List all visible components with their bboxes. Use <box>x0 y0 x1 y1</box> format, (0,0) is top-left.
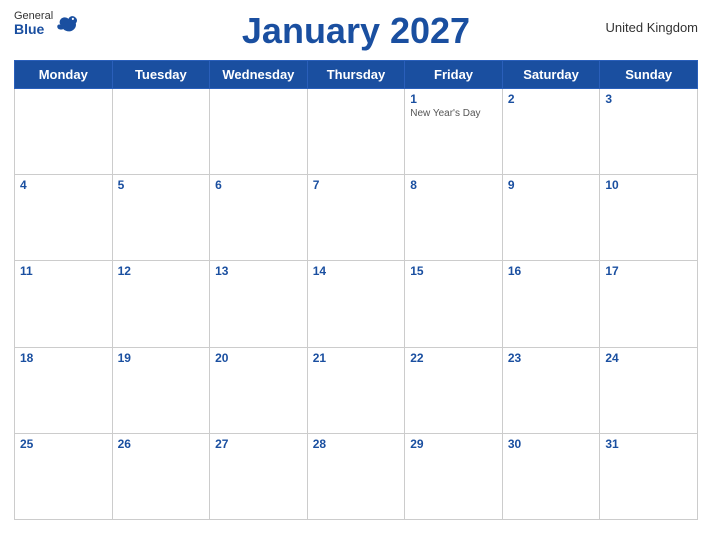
calendar-cell: 13 <box>210 261 308 347</box>
calendar-week-row: 25 26 27 28 29 30 31 <box>15 433 698 519</box>
day-number: 24 <box>605 351 692 365</box>
calendar-cell: 10 <box>600 175 698 261</box>
calendar-cell: 7 <box>307 175 405 261</box>
weekday-header-saturday: Saturday <box>502 61 600 89</box>
country-label: United Kingdom <box>606 20 699 35</box>
calendar-cell: 18 <box>15 347 113 433</box>
weekday-header-monday: Monday <box>15 61 113 89</box>
weekday-header-wednesday: Wednesday <box>210 61 308 89</box>
calendar-cell: 15 <box>405 261 503 347</box>
calendar-cell: 29 <box>405 433 503 519</box>
calendar-cell: 26 <box>112 433 210 519</box>
calendar-title: January 2027 <box>242 10 470 52</box>
calendar-cell: 28 <box>307 433 405 519</box>
day-number: 3 <box>605 92 692 106</box>
calendar-cell: 21 <box>307 347 405 433</box>
calendar-cell: 22 <box>405 347 503 433</box>
day-number: 1 <box>410 92 497 106</box>
day-number: 9 <box>508 178 595 192</box>
calendar-wrapper: General Blue January 2027 United Kingdom… <box>0 0 712 550</box>
day-number: 25 <box>20 437 107 451</box>
weekday-header-tuesday: Tuesday <box>112 61 210 89</box>
calendar-week-row: 18 19 20 21 22 23 24 <box>15 347 698 433</box>
day-event: New Year's Day <box>410 108 497 119</box>
day-number: 26 <box>118 437 205 451</box>
day-number: 30 <box>508 437 595 451</box>
day-number: 17 <box>605 264 692 278</box>
calendar-header: General Blue January 2027 United Kingdom <box>14 10 698 52</box>
calendar-cell: 8 <box>405 175 503 261</box>
calendar-cell: 14 <box>307 261 405 347</box>
day-number: 14 <box>313 264 400 278</box>
calendar-cell: 19 <box>112 347 210 433</box>
day-number: 31 <box>605 437 692 451</box>
calendar-cell: 23 <box>502 347 600 433</box>
calendar-tbody: 1New Year's Day2345678910111213141516171… <box>15 89 698 520</box>
weekday-header-thursday: Thursday <box>307 61 405 89</box>
day-number: 23 <box>508 351 595 365</box>
calendar-cell <box>210 89 308 175</box>
logo: General Blue <box>14 10 78 37</box>
day-number: 2 <box>508 92 595 106</box>
day-number: 13 <box>215 264 302 278</box>
calendar-cell: 24 <box>600 347 698 433</box>
calendar-cell: 20 <box>210 347 308 433</box>
weekday-header-sunday: Sunday <box>600 61 698 89</box>
day-number: 28 <box>313 437 400 451</box>
weekday-header-row: MondayTuesdayWednesdayThursdayFridaySatu… <box>15 61 698 89</box>
calendar-week-row: 456789 10 <box>15 175 698 261</box>
day-number: 10 <box>605 178 692 192</box>
calendar-cell: 11 <box>15 261 113 347</box>
calendar-cell: 16 <box>502 261 600 347</box>
day-number: 8 <box>410 178 497 192</box>
calendar-cell: 31 <box>600 433 698 519</box>
day-number: 12 <box>118 264 205 278</box>
calendar-week-row: 1 New Year's Day 23 <box>15 89 698 175</box>
calendar-cell: 3 <box>600 89 698 175</box>
calendar-week-row: 11 12 13 14 15 16 17 <box>15 261 698 347</box>
calendar-cell <box>307 89 405 175</box>
day-number: 5 <box>118 178 205 192</box>
calendar-cell: 4 <box>15 175 113 261</box>
day-number: 11 <box>20 264 107 278</box>
day-number: 18 <box>20 351 107 365</box>
day-number: 6 <box>215 178 302 192</box>
calendar-cell: 25 <box>15 433 113 519</box>
day-number: 19 <box>118 351 205 365</box>
day-number: 15 <box>410 264 497 278</box>
day-number: 29 <box>410 437 497 451</box>
day-number: 4 <box>20 178 107 192</box>
calendar-cell: 2 <box>502 89 600 175</box>
day-number: 27 <box>215 437 302 451</box>
day-number: 16 <box>508 264 595 278</box>
calendar-cell: 30 <box>502 433 600 519</box>
calendar-cell: 27 <box>210 433 308 519</box>
calendar-cell: 5 <box>112 175 210 261</box>
day-number: 7 <box>313 178 400 192</box>
day-number: 21 <box>313 351 400 365</box>
calendar-cell: 9 <box>502 175 600 261</box>
calendar-cell <box>112 89 210 175</box>
day-number: 22 <box>410 351 497 365</box>
calendar-cell: 17 <box>600 261 698 347</box>
logo-bird-icon <box>56 15 78 33</box>
logo-blue: Blue <box>14 22 53 37</box>
calendar-table: MondayTuesdayWednesdayThursdayFridaySatu… <box>14 60 698 520</box>
calendar-cell: 12 <box>112 261 210 347</box>
calendar-cell: 1 New Year's Day <box>405 89 503 175</box>
weekday-header-friday: Friday <box>405 61 503 89</box>
calendar-thead: MondayTuesdayWednesdayThursdayFridaySatu… <box>15 61 698 89</box>
day-number: 20 <box>215 351 302 365</box>
calendar-cell <box>15 89 113 175</box>
calendar-cell: 6 <box>210 175 308 261</box>
